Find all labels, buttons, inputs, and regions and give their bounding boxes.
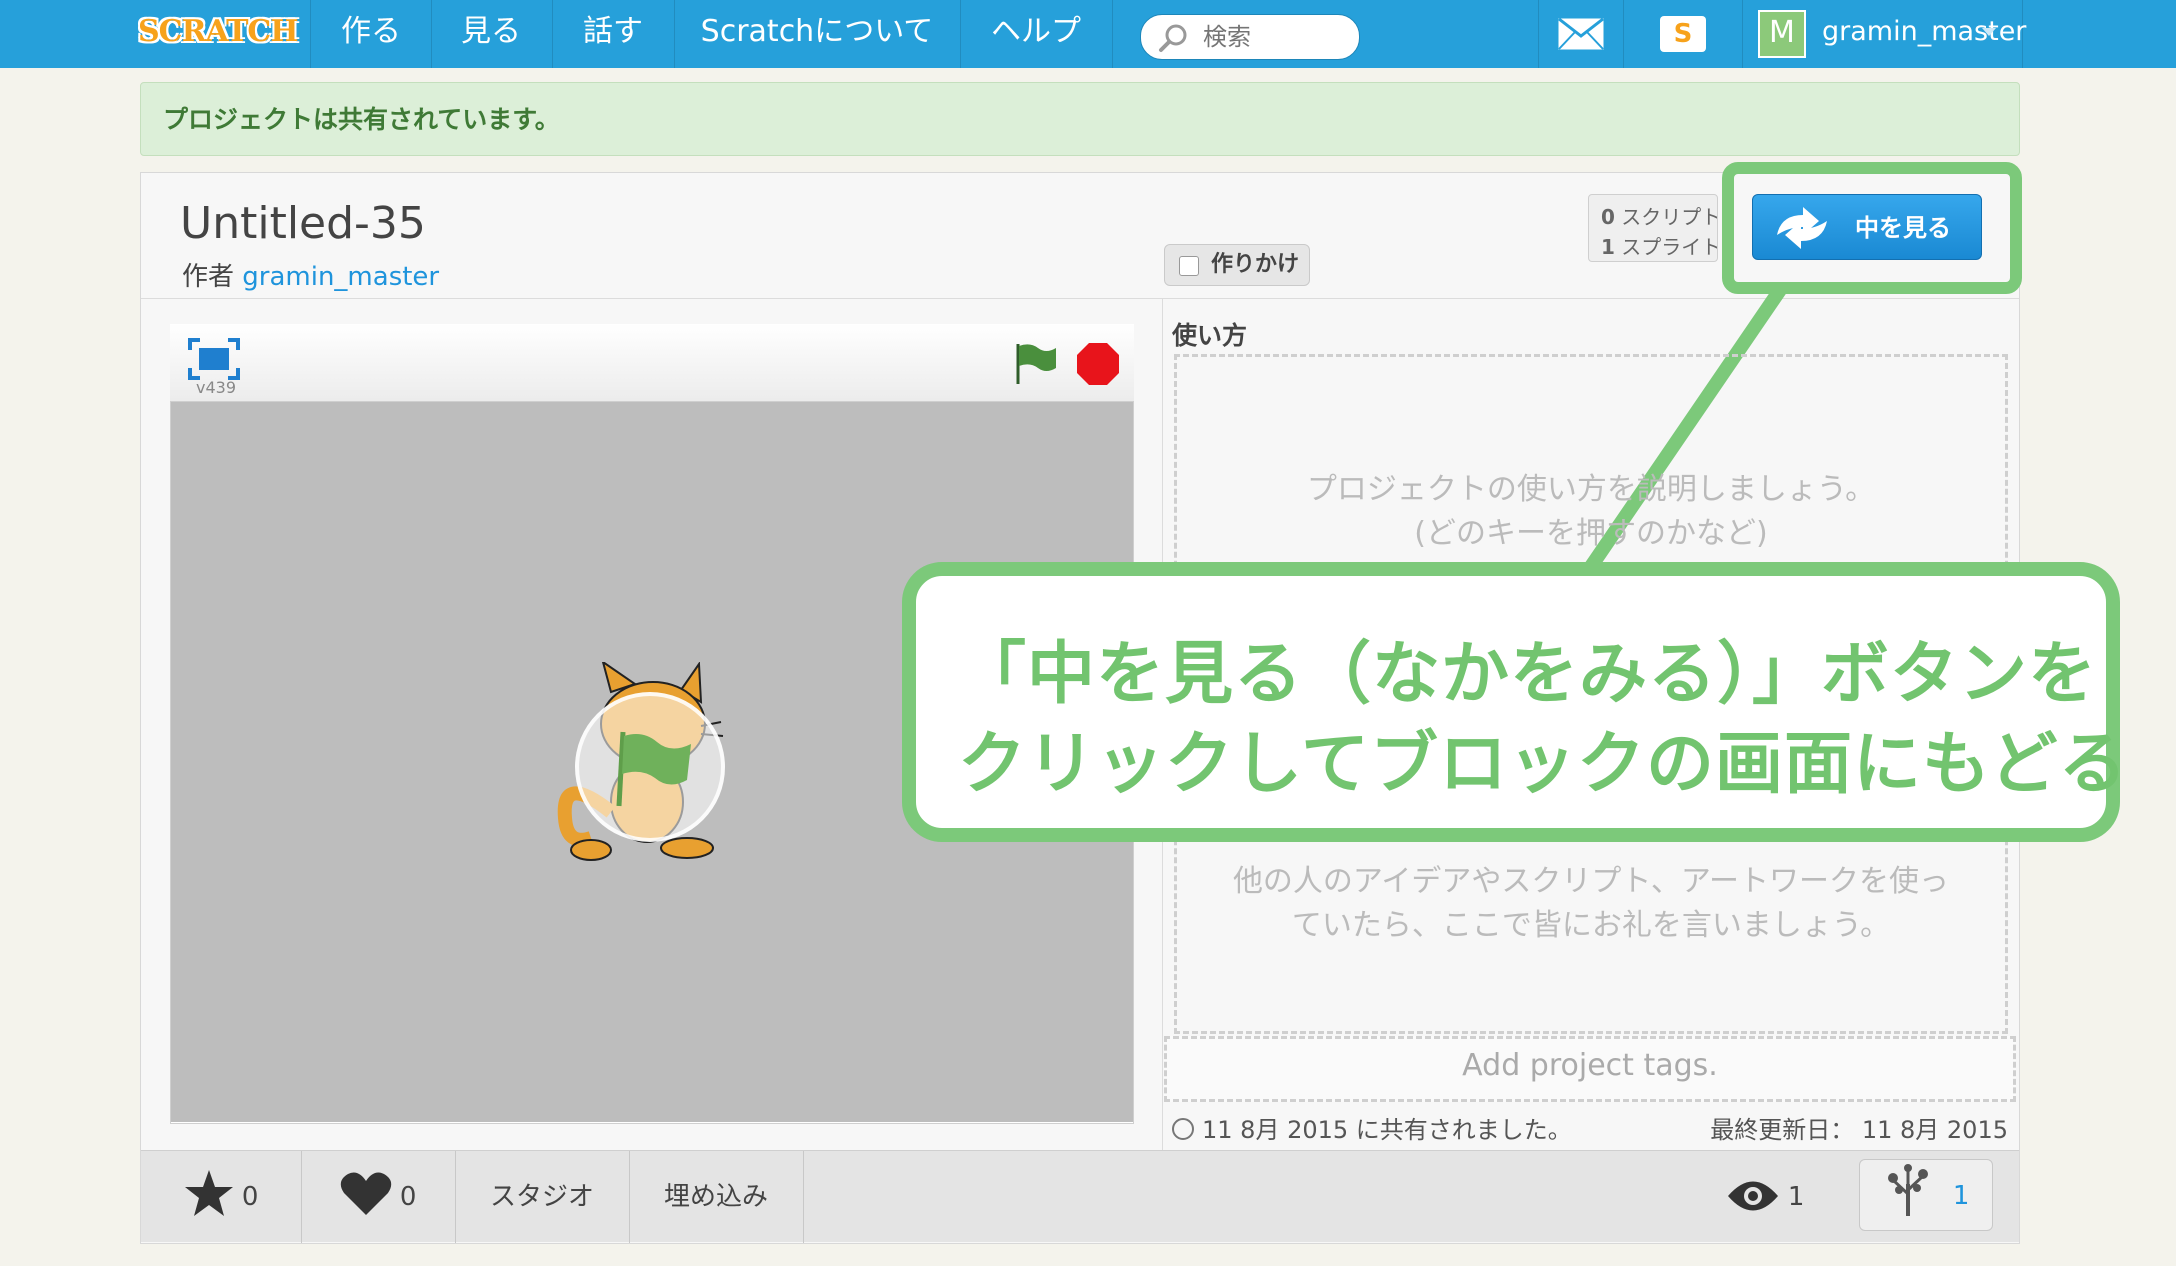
search-icon [1159,24,1187,52]
add-to-studio-button[interactable]: スタジオ [455,1151,630,1243]
nav-discuss[interactable]: 話す [552,0,675,68]
version-label: v439 [196,378,237,397]
project-stats: 0 スクリプト 1 スプライト [1588,194,1718,262]
shared-date: 11 8月 2015 に共有されました。 [1172,1110,1572,1145]
remix-tree-button[interactable]: 1 [1859,1159,1993,1231]
credits-placeholder-2: ていたら、ここで皆にお礼を言いましょう。 [1291,908,1891,943]
draft-label: 作りかけ [1211,252,1300,277]
author-line: 作者 gramin_master [182,256,439,293]
top-nav: SCRATCH 作る 見る 話す Scratchについて ヘルプ S M gra… [0,0,2176,68]
modified-date: 最終更新日： 11 8月 2015 [1700,1110,2008,1145]
author-link[interactable]: gramin_master [242,262,439,292]
sprites-count: 1 [1601,235,1615,259]
envelope-icon [1558,17,1604,50]
fullscreen-icon[interactable] [188,338,240,380]
nav-explore[interactable]: 見る [430,0,553,68]
chevron-down-icon [1982,28,1996,36]
avatar: M [1758,10,1806,58]
star-icon [184,1170,233,1216]
sprites-label: スプライト [1621,235,1718,259]
love-count: 0 [399,1182,417,1212]
love-button[interactable]: 0 [301,1151,456,1243]
stage-toolbar: v439 [170,324,1134,402]
favorite-count: 0 [241,1182,259,1212]
green-flag-icon[interactable] [1012,340,1058,386]
see-inside-label: 中を見る [1855,214,1951,242]
favorite-button[interactable]: 0 [141,1151,302,1243]
shared-alert: プロジェクトは共有されています。 [140,82,2020,156]
messages-button[interactable] [1538,0,1624,68]
share-icon [1172,1118,1194,1140]
draft-toggle[interactable]: 作りかけ [1164,244,1310,286]
callout-line-1: 「中を見る（なかをみる）」ボタンを [958,635,2098,714]
project-actions-bar: 0 0 スタジオ 埋め込み 1 1 [141,1150,2019,1243]
author-label: 作者 [182,262,235,292]
project-title[interactable]: Untitled-35 [180,198,426,249]
search-input[interactable] [1201,19,1345,55]
search-box[interactable] [1140,14,1360,60]
see-inside-button[interactable]: 中を見る [1752,194,1982,260]
nav-create[interactable]: 作る [310,0,432,68]
bag-letter: S [1673,19,1693,49]
avatar-letter: M [1769,15,1795,50]
callout-line-2: クリックしてブロックの画面にもどる [958,725,2128,804]
stop-icon[interactable] [1076,342,1120,386]
shared-date-text: 11 8月 2015 に共有されました。 [1202,1116,1572,1144]
draft-checkbox[interactable] [1179,256,1199,276]
instructions-heading: 使い方 [1172,321,1248,350]
instructions-placeholder-2: (どのキーを押すのかなど) [1414,516,1768,551]
bag-icon: S [1660,16,1706,52]
nav-about[interactable]: Scratchについて [674,0,961,68]
play-overlay[interactable] [575,692,725,842]
heart-icon [340,1172,391,1215]
scripts-count: 0 [1601,205,1615,229]
nav-help[interactable]: ヘルプ [960,0,1113,68]
green-flag-icon [616,731,691,807]
view-count-value: 1 [1787,1182,1805,1212]
embed-button[interactable]: 埋め込み [629,1151,804,1243]
remix-arrows-icon [1777,207,1827,249]
tags-placeholder: Add project tags. [1462,1048,1718,1083]
remix-count: 1 [1952,1181,1970,1211]
instructions-placeholder-1: プロジェクトの使い方を説明しましょう。 [1306,472,1876,507]
remix-tree-icon [1887,1164,1928,1216]
modified-label: 最終更新日： [1710,1116,1855,1144]
instruction-callout: 「中を見る（なかをみる）」ボタンを クリックしてブロックの画面にもどる [902,562,2127,842]
my-stuff-button[interactable]: S [1622,0,1743,68]
credits-placeholder-1: 他の人のアイデアやスクリプト、アートワークを使っ [1232,864,1950,899]
view-count: 1 [1705,1151,1825,1243]
account-menu[interactable]: M gramin_master [1742,0,2026,68]
eye-icon [1727,1181,1778,1211]
modified-value: 11 8月 2015 [1861,1116,2008,1144]
scratch-logo[interactable]: SCRATCH [138,6,299,56]
scripts-label: スクリプト [1621,205,1718,229]
